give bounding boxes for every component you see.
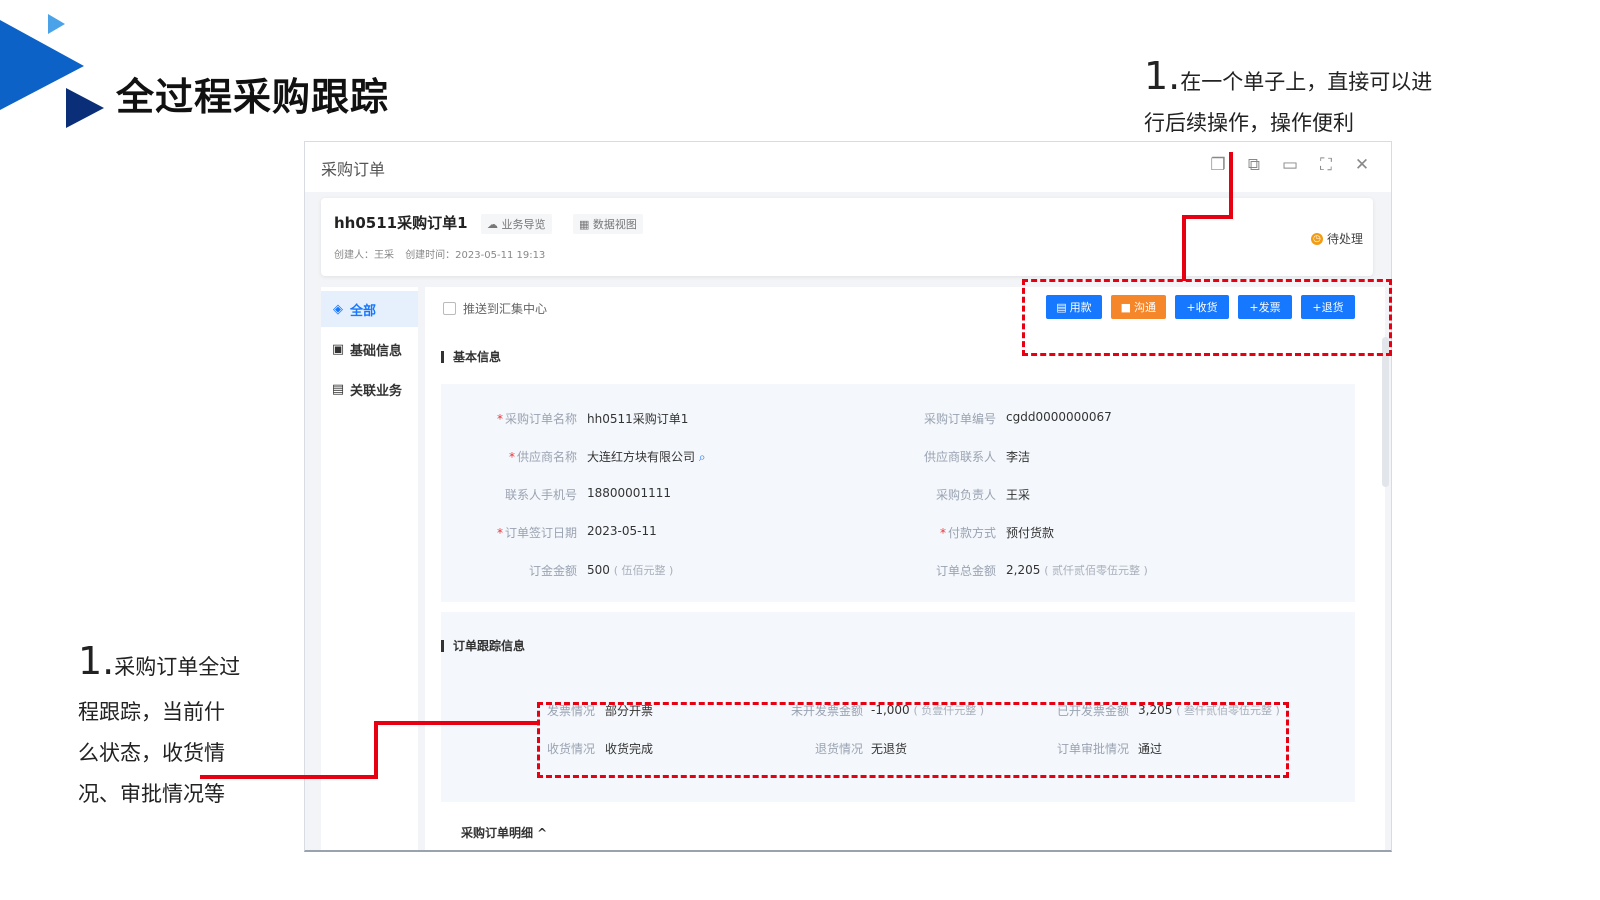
total-amount-value: 2,205 ( 贰仟贰佰零伍元整 ) [1006,563,1148,577]
field-label: 采购订单编号 [923,412,996,426]
data-view-label: 数据视图 [592,218,637,231]
connector-line [1229,152,1233,218]
duplicate-icon[interactable]: ⧉ [1243,154,1265,176]
data-view-chip[interactable]: ▦ 数据视图 [573,214,643,234]
window-title: 采购订单 [321,160,386,179]
connector-line [374,721,538,725]
info-row: * 采购订单名称 hh0511采购订单1 采购订单编号 cgdd000000006… [441,410,1355,430]
info-row: 订金金额 500 ( 伍佰元整 ) 订单总金额 2,205 ( 贰仟贰佰零伍元整… [441,562,1355,582]
layers-icon: ◈ [333,301,343,317]
contact-phone-value: 18800001111 [587,486,671,500]
field-label: * 采购订单名称 [496,412,577,426]
connector-line [200,775,378,779]
search-icon[interactable]: ⌕ [699,450,706,464]
sidebar-item-all[interactable]: ◈ 全部 [321,291,418,327]
sidebar-item-label: 基础信息 [350,343,403,359]
connector-line [1182,215,1233,219]
business-overview-label: 业务导览 [501,218,546,231]
field-label: 采购负责人 [935,488,996,502]
cloud-icon: ☁ [487,218,498,231]
device-icon[interactable]: ▭ [1279,154,1301,176]
callout-left-text1: 采购订单全过 [114,655,241,679]
push-to-center-row[interactable]: 推送到汇集中心 [443,300,547,317]
callout-left-text4: 况、审批情况等 [78,782,225,806]
close-icon[interactable]: ✕ [1351,154,1373,176]
callout-left: 1.采购订单全过 程跟踪，当前什 么状态，收货情 况、审批情况等 [78,636,288,815]
push-checkbox[interactable] [443,302,456,315]
sidebar-item-basic-info[interactable]: ▣ 基础信息 [321,331,418,367]
field-label: 联系人手机号 [504,488,577,502]
order-detail-toggle[interactable]: 采购订单明细 ^ [461,824,547,841]
callout-top-text1: 在一个单子上，直接可以进 [1180,70,1433,94]
supplier-contact-value: 李洁 [1006,450,1031,464]
callout-top-number: 1. [1144,54,1181,98]
field-label: 订金金额 [528,564,577,578]
info-row: * 订单签订日期 2023-05-11 * 付款方式 预付货款 [441,524,1355,544]
fullscreen-icon[interactable]: ⛶ [1315,154,1337,176]
order-name: hh0511采购订单1 [334,214,468,232]
order-meta: 创建人：王采 创建时间：2023-05-11 19:13 [334,246,553,261]
toolbar-highlight-box [1022,279,1392,356]
callout-top-text2: 行后续操作，操作便利 [1144,111,1354,135]
supplier-name-value: 大连红方块有限公司 ⌕ [587,450,706,464]
clock-icon: ◷ [1310,232,1323,245]
field-label: 供应商联系人 [923,450,996,464]
basic-info-title: 基本信息 [441,351,501,363]
calendar-icon: ▣ [331,341,345,357]
callout-left-text2: 程跟踪，当前什 [78,700,225,724]
sidebar-item-label: 关联业务 [350,383,403,399]
document-icon: ▤ [331,381,345,397]
field-label: * 供应商名称 [508,450,577,464]
deposit-amount-value: 500 ( 伍佰元整 ) [587,563,674,577]
basic-info-panel: * 采购订单名称 hh0511采购订单1 采购订单编号 cgdd000000006… [441,384,1355,602]
purchase-manager-value: 王采 [1006,488,1031,502]
status-badge: ◷ 待处理 [1310,230,1363,247]
order-number-value: cgdd0000000067 [1006,410,1112,424]
connector-line [374,721,378,779]
callout-top: 1.在一个单子上，直接可以进 行后续操作，操作便利 [1144,54,1484,138]
callout-left-number: 1. [78,639,115,683]
grid-icon: ▦ [579,218,590,231]
scrollbar[interactable] [1382,337,1389,487]
slide-title: 全过程采购跟踪 [116,75,390,119]
field-label: * 付款方式 [939,526,996,540]
sign-date-value: 2023-05-11 [587,524,657,538]
copy-icon[interactable]: ❐ [1207,154,1229,176]
info-row: 联系人手机号 18800001111 采购负责人 王采 [441,486,1355,506]
connector-line [1182,215,1186,281]
order-creator: 创建人：王采 [334,250,394,261]
field-label: 订单总金额 [935,564,996,578]
order-name-value: hh0511采购订单1 [587,412,689,426]
business-overview-chip[interactable]: ☁ 业务导览 [481,214,552,234]
push-label: 推送到汇集中心 [463,302,548,316]
status-label: 待处理 [1326,232,1363,246]
field-label: * 订单签订日期 [496,526,577,540]
sidebar-item-related-business[interactable]: ▤ 关联业务 [321,371,418,407]
sidebar-item-label: 全部 [350,303,377,319]
callout-left-text3: 么状态，收货情 [78,741,225,765]
tracking-highlight-box [537,702,1289,778]
sidebar: ◈ 全部 ▣ 基础信息 ▤ 关联业务 [321,287,418,850]
slide-triangle-decoration [0,14,104,128]
payment-method-value: 预付货款 [1006,526,1055,540]
order-created-time: 创建时间：2023-05-11 19:13 [405,250,546,261]
tracking-title: 订单跟踪信息 [441,640,525,652]
order-summary-card: hh0511采购订单1 ☁ 业务导览 ▦ 数据视图 创建人：王采 创建时间：20… [321,198,1373,276]
info-row: * 供应商名称 大连红方块有限公司 ⌕ 供应商联系人 李洁 [441,448,1355,468]
